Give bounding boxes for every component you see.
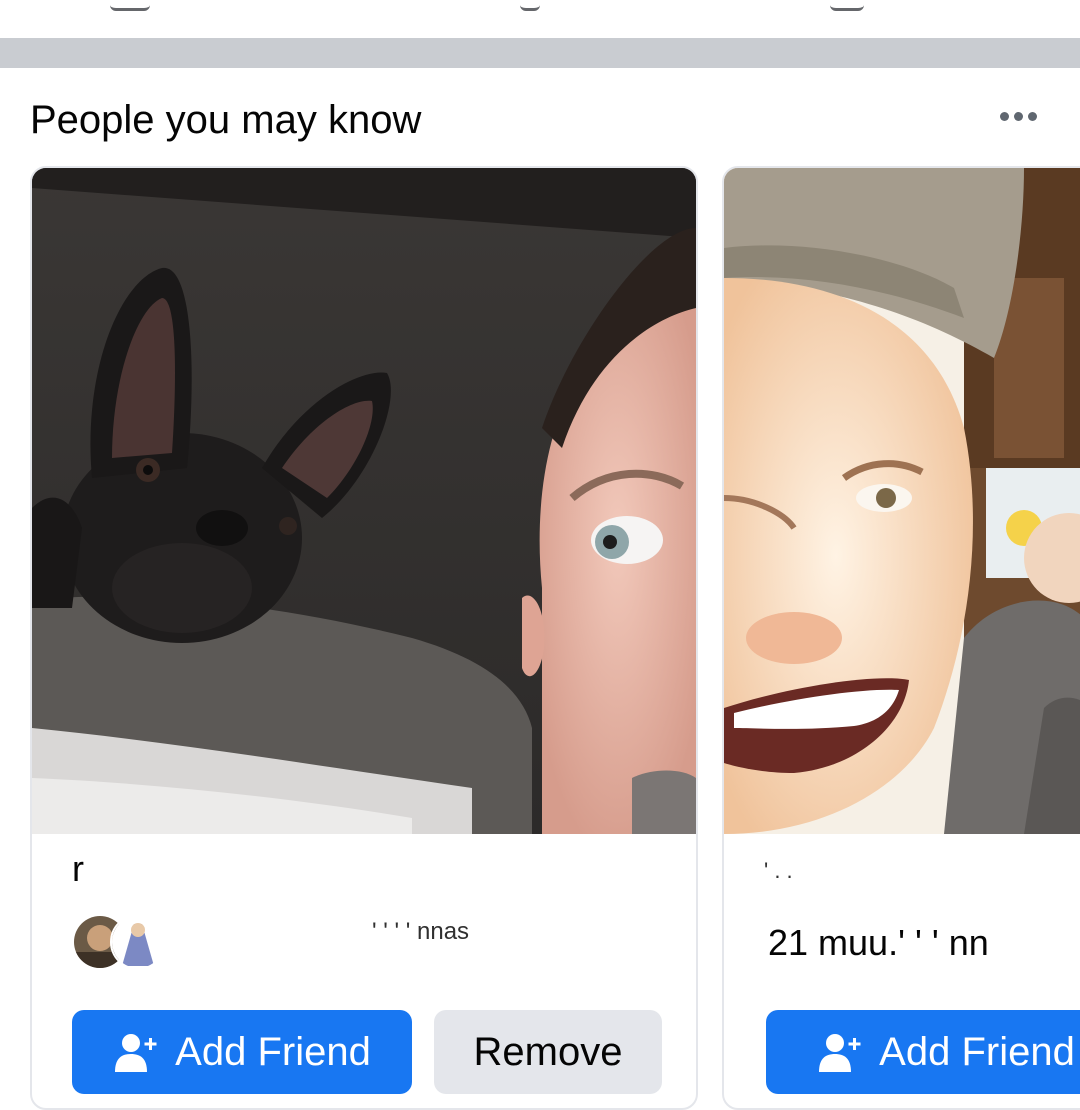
more-horizontal-icon[interactable]: [990, 104, 1046, 128]
feed-separator: [0, 38, 1080, 68]
profile-photo[interactable]: [724, 168, 1080, 834]
add-friend-label: Add Friend: [175, 1029, 371, 1074]
suggestion-card[interactable]: r ' ' ' ' nnas Add Friend Remove: [30, 166, 698, 1110]
nav-icon-left[interactable]: [110, 0, 150, 11]
person-name[interactable]: r: [72, 848, 84, 890]
add-friend-button[interactable]: Add Friend: [766, 1010, 1080, 1094]
mutual-friends-count: 21 muu.' ' ' nn: [768, 922, 989, 963]
person-name[interactable]: ' . .: [764, 858, 793, 884]
nav-icon-right[interactable]: [830, 0, 864, 11]
add-friend-button[interactable]: Add Friend: [72, 1010, 412, 1094]
selfie-with-french-bulldog-image: [32, 168, 696, 834]
mutual-friends-count: ' ' ' ' nnas: [372, 918, 470, 945]
add-user-icon: [115, 1034, 157, 1072]
section-title: People you may know: [30, 98, 422, 142]
remove-label: Remove: [473, 1029, 623, 1074]
add-friend-label: Add Friend: [879, 1029, 1075, 1074]
nav-icon-middle[interactable]: [520, 0, 540, 11]
mutual-friend-avatar: [110, 914, 166, 970]
smiling-man-in-cap-image: [724, 168, 1080, 834]
add-user-icon: [819, 1034, 861, 1072]
mutual-friends-avatars: [72, 914, 166, 970]
suggestion-card[interactable]: ' . . 21 muu.' ' ' nn Add Friend: [722, 166, 1080, 1110]
top-nav-bar: [0, 0, 1080, 38]
profile-photo[interactable]: [32, 168, 696, 834]
remove-button[interactable]: Remove: [434, 1010, 662, 1094]
